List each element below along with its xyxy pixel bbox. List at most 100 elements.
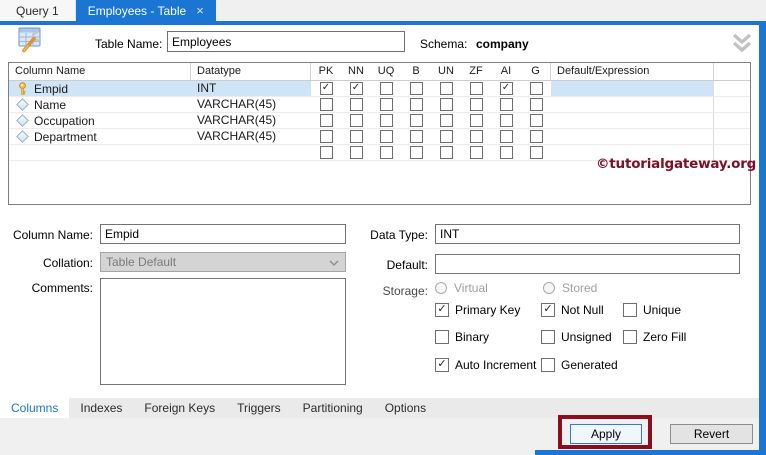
grid-checkbox-pk[interactable]: ✓ [319,82,333,95]
tab-foreign-keys[interactable]: Foreign Keys [133,398,226,418]
grid-checkbox-b[interactable]: ✓ [409,114,423,127]
flag-cell: ✓ [431,81,461,96]
data-type-input[interactable] [435,224,740,244]
table-row[interactable]: Occupation VARCHAR(45) ✓ ✓ ✓ ✓ ✓ ✓ ✓ ✓ [9,113,750,129]
tab-columns[interactable]: Columns [0,398,70,418]
flag-cell: ✓ [311,97,341,112]
grid-checkbox-zf[interactable]: ✓ [469,146,483,159]
grid-checkbox-g[interactable]: ✓ [529,114,543,127]
double-chevron-down-icon[interactable] [730,33,754,57]
grid-checkbox-un[interactable]: ✓ [439,114,453,127]
grid-checkbox-nn[interactable]: ✓ [349,82,363,95]
grid-checkbox-un[interactable]: ✓ [439,82,453,95]
tab-triggers[interactable]: Triggers [226,398,292,418]
grid-checkbox-pk[interactable]: ✓ [319,114,333,127]
editor-tab-query-1[interactable]: Query 1 [0,0,76,21]
key-icon [15,82,29,95]
grid-checkbox-nn[interactable]: ✓ [349,98,363,111]
checkbox-binary[interactable]: ✓ [435,329,449,344]
flag-label: Auto Increment [455,357,537,372]
checkbox-zero-fill[interactable]: ✓ [623,329,637,344]
grid-checkbox-ai[interactable]: ✓ [499,146,513,159]
revert-button[interactable]: Revert [670,424,753,444]
grid-checkbox-g[interactable]: ✓ [529,98,543,111]
tab-partitioning[interactable]: Partitioning [292,398,374,418]
flag-cell: ✓ [431,97,461,112]
checkbox-unsigned[interactable]: ✓ [541,329,555,344]
grid-checkbox-pk[interactable]: ✓ [319,98,333,111]
default-input[interactable] [435,254,740,274]
cell-filler [714,97,750,112]
grid-checkbox-b[interactable]: ✓ [409,130,423,143]
editor-frame-bottom [535,450,766,455]
table-row[interactable]: Name VARCHAR(45) ✓ ✓ ✓ ✓ ✓ ✓ ✓ ✓ [9,97,750,113]
grid-checkbox-nn[interactable]: ✓ [349,114,363,127]
column-name-text: Name [34,97,67,112]
grid-checkbox-un[interactable]: ✓ [439,98,453,111]
grid-checkbox-g[interactable]: ✓ [529,146,543,159]
grid-checkbox-zf[interactable]: ✓ [469,130,483,143]
grid-checkbox-g[interactable]: ✓ [529,130,543,143]
table-row[interactable]: Empid INT ✓ ✓ ✓ ✓ ✓ ✓ ✓ ✓ [9,81,750,97]
checkbox-auto-increment[interactable]: ✓ [435,357,449,372]
grid-checkbox-zf[interactable]: ✓ [469,82,483,95]
grid-checkbox-uq[interactable]: ✓ [379,146,393,159]
flag-auto-increment[interactable]: ✓ Auto Increment [435,357,536,372]
grid-checkbox-ai[interactable]: ✓ [499,98,513,111]
grid-checkbox-zf[interactable]: ✓ [469,98,483,111]
datatype-cell: VARCHAR(45) [197,97,277,111]
grid-checkbox-nn[interactable]: ✓ [349,146,363,159]
tab-indexes[interactable]: Indexes [69,398,133,418]
grid-checkbox-ai[interactable]: ✓ [499,82,513,95]
editor-tab-employees-table[interactable]: Employees - Table × [75,0,216,21]
grid-checkbox-uq[interactable]: ✓ [379,114,393,127]
flag-cell: ✓ [521,129,551,144]
check-mark: ✓ [321,82,331,93]
table-name-input[interactable] [167,31,405,52]
flag-unique[interactable]: ✓ Unique [623,302,681,317]
radio-virtual[interactable]: Virtual [435,281,488,295]
grid-checkbox-pk[interactable]: ✓ [319,146,333,159]
check-mark: ✓ [437,302,447,315]
grid-checkbox-un[interactable]: ✓ [439,146,453,159]
flag-cell: ✓ [401,97,431,112]
check-mark: ✓ [501,82,511,93]
checkbox-not-null[interactable]: ✓ [541,302,555,317]
grid-checkbox-ai[interactable]: ✓ [499,114,513,127]
checkbox-primary-key[interactable]: ✓ [435,302,449,317]
grid-checkbox-b[interactable]: ✓ [409,98,423,111]
flag-cell: ✓ [431,129,461,144]
grid-checkbox-ai[interactable]: ✓ [499,130,513,143]
close-icon[interactable]: × [196,4,204,17]
grid-checkbox-zf[interactable]: ✓ [469,114,483,127]
grid-checkbox-pk[interactable]: ✓ [319,130,333,143]
flag-cell: ✓ [461,145,491,160]
flag-label: Generated [561,357,618,372]
flag-primary-key[interactable]: ✓ Primary Key [435,302,520,317]
grid-checkbox-uq[interactable]: ✓ [379,130,393,143]
table-row[interactable]: Department VARCHAR(45) ✓ ✓ ✓ ✓ ✓ ✓ ✓ ✓ [9,129,750,145]
apply-button[interactable]: Apply [570,424,642,444]
grid-checkbox-g[interactable]: ✓ [529,82,543,95]
checkbox-unique[interactable]: ✓ [623,302,637,317]
grid-checkbox-un[interactable]: ✓ [439,130,453,143]
radio-label: Stored [562,281,598,295]
flag-not-null[interactable]: ✓ Not Null [541,302,604,317]
checkbox-generated[interactable]: ✓ [541,357,555,372]
radio-stored[interactable]: Stored [543,281,597,295]
column-name-cell: Department [9,129,191,144]
cell-filler [714,113,750,128]
flag-binary[interactable]: ✓ Binary [435,329,489,344]
flag-unsigned[interactable]: ✓ Unsigned [541,329,612,344]
grid-checkbox-b[interactable]: ✓ [409,82,423,95]
default-expression-cell [551,113,714,128]
table-wrench-icon [16,26,46,57]
grid-checkbox-uq[interactable]: ✓ [379,82,393,95]
flag-generated[interactable]: ✓ Generated [541,357,618,372]
check-mark: ✓ [437,357,447,370]
grid-checkbox-uq[interactable]: ✓ [379,98,393,111]
flag-zero-fill[interactable]: ✓ Zero Fill [623,329,686,344]
grid-checkbox-nn[interactable]: ✓ [349,130,363,143]
tab-options[interactable]: Options [374,398,437,418]
grid-checkbox-b[interactable]: ✓ [409,146,423,159]
